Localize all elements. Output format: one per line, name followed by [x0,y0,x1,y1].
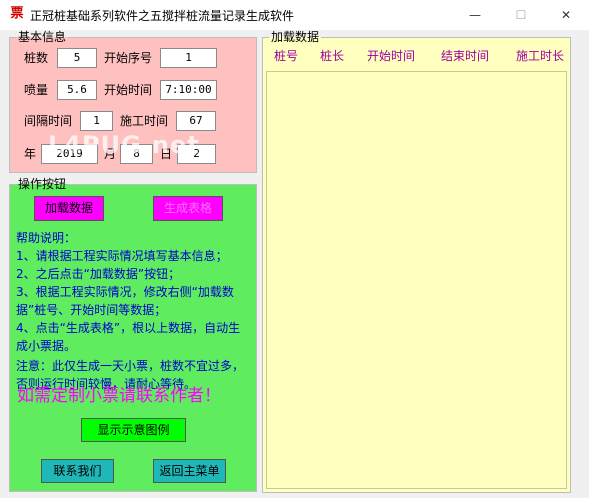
interval-label: 间隔时间 [24,114,73,128]
column-header: 开始时间 [367,49,416,63]
generate-table-button[interactable]: 生成表格 [153,196,223,221]
data-column-headers: 桩号 桩长 开始时间 结束时间 施工时长 [263,48,570,66]
close-icon: ✕ [560,8,572,22]
build-time-input[interactable]: 67 [176,111,216,131]
start-seq-label: 开始序号 [104,51,153,65]
year-label: 年 [24,147,37,161]
watermark: L4PUG.net [48,131,200,159]
data-legend: 加载数据 [269,30,322,44]
build-time-label: 施工时间 [120,114,169,128]
start-seq-input[interactable]: 1 [160,48,217,68]
help-line: 3、根据工程实际情况，修改右侧“加载数据”桩号、开始时间等数据； [16,285,234,317]
operations-panel: 操作按钮 加载数据 生成表格 帮助说明： 1、请根据工程实际情况填写基本信息； … [9,177,257,492]
help-line: 2、之后点击“加载数据”按钮； [16,267,181,281]
data-grid[interactable] [266,71,567,489]
window-title: 正冠桩基础系列软件之五搅拌桩流量记录生成软件 [30,9,295,23]
spray-label: 喷量 [24,83,49,97]
minimize-button[interactable]: — [452,0,498,30]
help-text: 帮助说明： 1、请根据工程实际情况填写基本信息； 2、之后点击“加载数据”按钮；… [16,229,252,393]
column-header: 结束时间 [441,49,490,63]
start-time-label: 开始时间 [104,83,153,97]
pile-count-input[interactable]: 5 [57,48,97,68]
column-header: 桩长 [320,49,345,63]
help-line: 4、点击“生成表格”，根以上数据，自动生成小票据。 [16,321,241,353]
operations-legend: 操作按钮 [16,177,69,191]
app-icon: 票 [10,6,24,21]
spray-input[interactable]: 5.6 [57,80,97,100]
load-data-button[interactable]: 加载数据 [34,196,104,221]
column-header: 桩号 [274,49,299,63]
contact-us-button[interactable]: 联系我们 [41,459,114,483]
maximize-icon: ☐ [515,8,527,22]
pile-count-label: 桩数 [24,51,49,65]
basic-info-legend: 基本信息 [16,30,69,44]
help-title: 帮助说明： [16,231,77,245]
data-panel: 加载数据 桩号 桩长 开始时间 结束时间 施工时长 [262,30,571,493]
maximize-button[interactable]: ☐ [498,0,544,30]
column-header: 施工时长 [516,49,565,63]
back-to-menu-button[interactable]: 返回主菜单 [153,459,226,483]
interval-input[interactable]: 1 [80,111,113,131]
start-time-input[interactable]: 7:10:00 [160,80,217,100]
title-bar: 票 正冠桩基础系列软件之五搅拌桩流量记录生成软件 — ☐ ✕ [0,0,589,30]
close-button[interactable]: ✕ [543,0,589,30]
show-example-button[interactable]: 显示示意图例 [81,418,186,442]
promo-text: 如需定制小票请联系作者！ [17,386,221,406]
minimize-icon: — [469,8,481,22]
help-line: 1、请根据工程实际情况填写基本信息； [16,249,228,263]
